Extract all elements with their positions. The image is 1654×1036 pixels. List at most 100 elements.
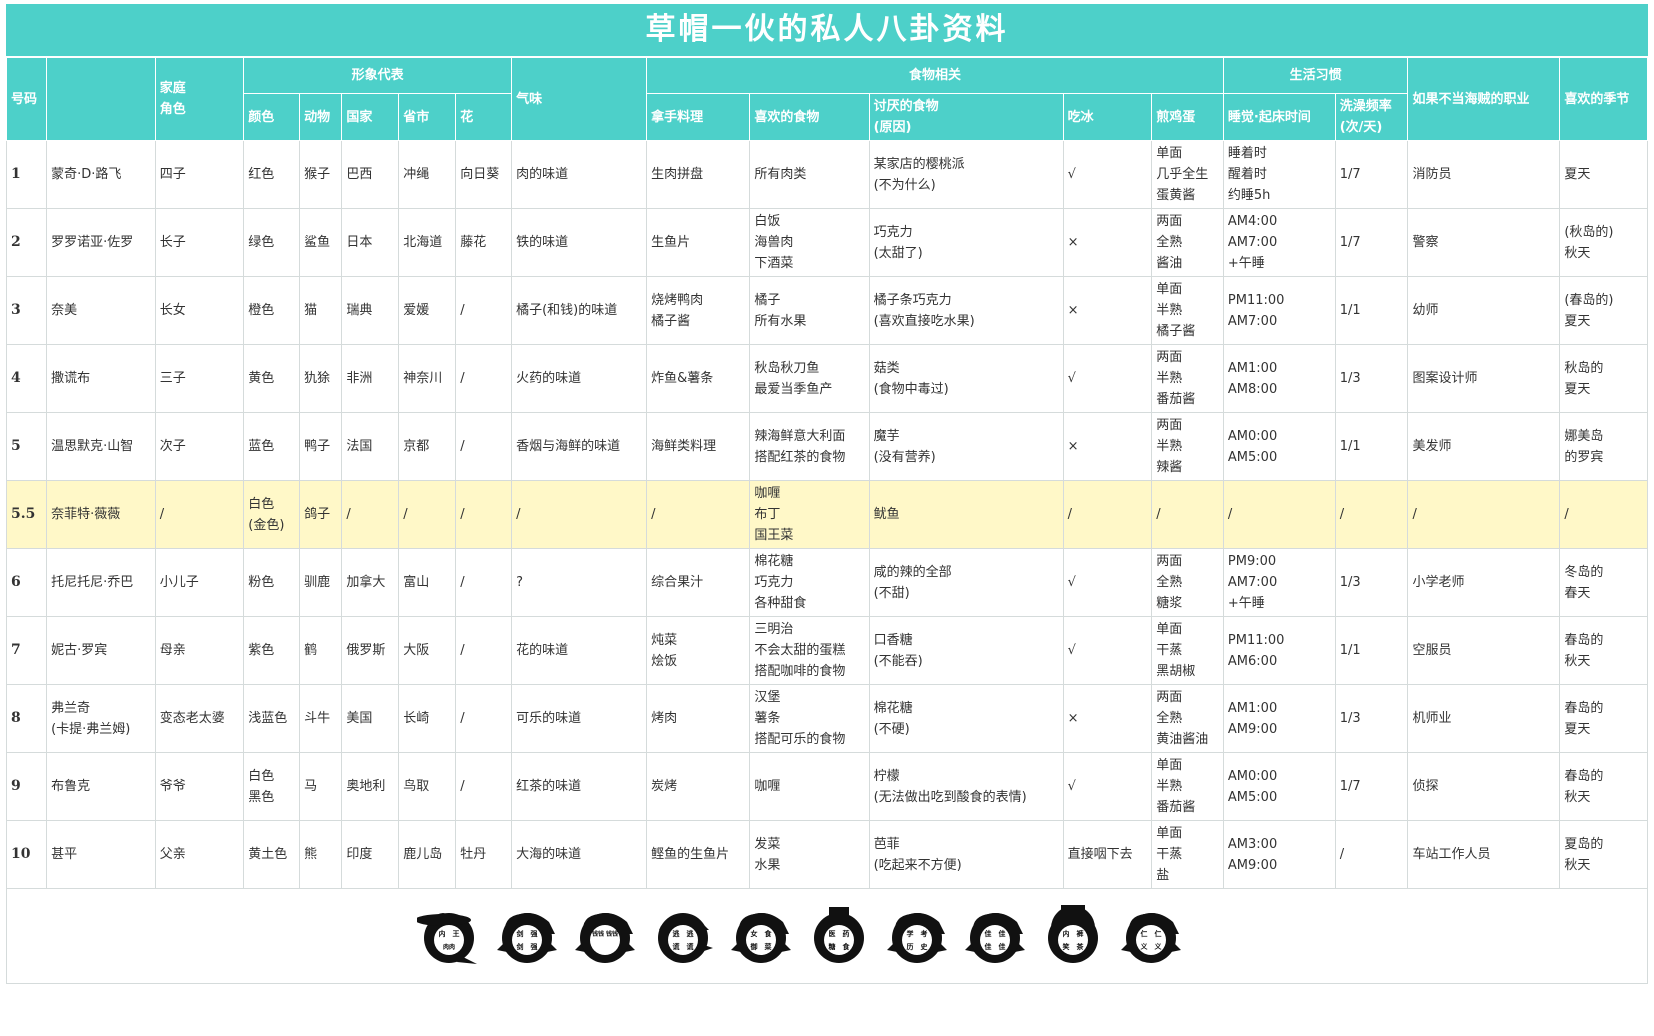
cell-bath: 1/1 bbox=[1334, 616, 1409, 685]
cell-name: 奈菲特·薇薇 bbox=[46, 480, 156, 549]
cell-country: 奥地利 bbox=[341, 752, 400, 821]
cell-line: 两面 bbox=[1156, 554, 1183, 569]
cell-ice: × bbox=[1062, 208, 1153, 277]
cell-season: (秋岛的) 秋天 bbox=[1559, 208, 1648, 277]
cell-line: 瑞典 bbox=[346, 303, 373, 318]
cell-color: 黄色 bbox=[243, 344, 301, 413]
cell-line: 魔芋 bbox=[873, 428, 900, 444]
header-smell: 气味 bbox=[511, 57, 648, 141]
cell-dislike: 魔芋 (没有营养) bbox=[868, 412, 1064, 481]
cell-animal: 马 bbox=[299, 752, 343, 821]
cell-animal: 鸽子 bbox=[299, 480, 343, 549]
header-dislike: 讨厌的食物 (原因) bbox=[868, 93, 1064, 141]
cell-dislike: 口香糖 (不能吞) bbox=[868, 616, 1064, 685]
cell-line: 秋天 bbox=[1564, 789, 1591, 805]
cell-line: 薯条 bbox=[754, 711, 781, 726]
cell-pref: / bbox=[398, 480, 457, 549]
cell-line: (太甜了) bbox=[873, 245, 923, 261]
cell-line: (金色) bbox=[248, 517, 285, 533]
cell-line: 夏天 bbox=[1564, 167, 1591, 182]
cell-bath: 1/1 bbox=[1334, 412, 1409, 481]
cell-line: AM5:00 bbox=[1227, 449, 1278, 465]
cell-line: / bbox=[1564, 507, 1569, 522]
cell-line: 半熟 bbox=[1156, 303, 1183, 318]
cell-line: 春岛的 bbox=[1564, 768, 1604, 784]
cell-signature: 炭烤 bbox=[646, 752, 751, 821]
cell-line: 美发师 bbox=[1412, 439, 1452, 454]
table-row: 7 妮古·罗宾 母亲 紫色鹤俄罗斯 大阪 / 花的味道 炖菜 烩饭 三明治 不会太甜的蛋糕 搭配咖啡的… bbox=[5, 616, 1648, 685]
cell-line: 爷爷 bbox=[159, 779, 186, 794]
cell-line: 鹿儿岛 bbox=[403, 847, 443, 862]
cell-line: 黑色 bbox=[248, 789, 275, 805]
cell-line: 烤肉 bbox=[651, 711, 678, 726]
cell-line: 炭烤 bbox=[651, 779, 678, 794]
cell-color: 浅蓝色 bbox=[243, 684, 301, 753]
cell-line: 红茶的味道 bbox=[516, 779, 582, 794]
cell-smell: ? bbox=[511, 548, 648, 617]
cell-line: / bbox=[651, 507, 656, 522]
cell-animal: 猫 bbox=[299, 276, 343, 345]
cell-name: 撒谎布 bbox=[46, 344, 156, 413]
cell-line: 洗澡频率 bbox=[1339, 99, 1392, 114]
cell-pref: 爱媛 bbox=[398, 276, 457, 345]
cell-dislike: 咸的辣的全部 (不甜) bbox=[868, 548, 1064, 617]
sanji-emblem-icon: 女食御菜 bbox=[731, 913, 791, 963]
cell-line: 橘子条巧克力 bbox=[873, 292, 952, 308]
cell-sleep: PM9:00 AM7:00 +午睡 bbox=[1222, 548, 1336, 617]
cell-smell: 橘子(和钱)的味道 bbox=[511, 276, 648, 345]
cell-line: 肉的味道 bbox=[516, 167, 569, 182]
cell-line: (秋岛的) bbox=[1564, 224, 1614, 240]
table-row: 4 撒谎布 三子 黄色 犰狳 非洲 神奈川 / 火药的味道 炸鱼&薯条 秋岛秋刀鱼 最爱当季鱼产 菇类(… bbox=[5, 344, 1648, 413]
cell-line: (原因) bbox=[873, 120, 912, 135]
table-row: 9 布鲁克 爷爷 白色 黑色马奥地利 鸟取 / 红茶的味道 炭烤 咖喱 柠檬 (无法做出吃到酸食的表情… bbox=[5, 752, 1648, 821]
cell-line: 综合果汁 bbox=[651, 575, 704, 590]
cell-country: 日本 bbox=[341, 208, 400, 277]
cell-sleep: AM1:00 AM8:00 bbox=[1222, 344, 1336, 413]
header-image-group: 形象代表 bbox=[243, 57, 513, 94]
cell-pref: 长崎 bbox=[398, 684, 457, 753]
cell-bath: 1/3 bbox=[1334, 684, 1409, 753]
cell-line: 巴西 bbox=[346, 167, 373, 182]
cell-dislike: 鱿鱼 bbox=[868, 480, 1064, 549]
robin-emblem-icon: 学考历史 bbox=[887, 913, 947, 963]
emblem-glyph: 义 bbox=[1154, 942, 1163, 951]
cell-ice: / bbox=[1062, 480, 1153, 549]
cell-line: 所有水果 bbox=[754, 313, 807, 329]
cell-line: 四子 bbox=[159, 167, 186, 182]
cell-line: 铁的味道 bbox=[516, 235, 569, 250]
cell-line: / bbox=[1412, 507, 1417, 522]
cell-line: / bbox=[460, 303, 465, 318]
cell-line: 奈美 bbox=[51, 303, 78, 318]
cell-animal: 驯鹿 bbox=[299, 548, 343, 617]
header-ice: 吃冰 bbox=[1062, 93, 1153, 141]
cell-line: 全熟 bbox=[1156, 575, 1183, 590]
cell-line: / bbox=[1156, 507, 1161, 522]
cell-role: / bbox=[154, 480, 245, 549]
cell-line: 炖菜 bbox=[651, 632, 678, 648]
cell-line: (不硬) bbox=[873, 721, 910, 737]
usopp-emblem-icon: 逃逃谎谎 bbox=[658, 913, 713, 963]
cell-line: 全熟 bbox=[1156, 711, 1183, 726]
cell-line: 1/1 bbox=[1339, 303, 1361, 318]
cell-role: 母亲 bbox=[154, 616, 245, 685]
cell-line: 1/7 bbox=[1339, 779, 1361, 794]
cell-line: 水果 bbox=[754, 857, 781, 873]
cell-line: 两面 bbox=[1156, 214, 1183, 229]
cell-line: (喜欢直接吃水果) bbox=[873, 313, 975, 329]
cell-job: 图案设计师 bbox=[1407, 344, 1561, 413]
cell-job: 小学老师 bbox=[1407, 548, 1561, 617]
cell-sleep: / bbox=[1222, 480, 1336, 549]
cell-pref: 富山 bbox=[398, 548, 457, 617]
cell-flower: / bbox=[455, 752, 513, 821]
cell-line: √ bbox=[1067, 371, 1076, 386]
cell-line: 直接咽下去 bbox=[1067, 847, 1133, 862]
cell-line: 汉堡 bbox=[754, 690, 781, 705]
cell-dislike: 棉花糖 (不硬) bbox=[868, 684, 1064, 753]
cell-line: 变态老太婆 bbox=[159, 711, 225, 726]
cell-line: 大阪 bbox=[403, 643, 430, 658]
header-signature: 拿手料理 bbox=[646, 93, 751, 141]
cell-line: 非洲 bbox=[346, 371, 373, 386]
cell-line: 布丁 bbox=[754, 507, 781, 522]
franky-emblem-icon: 佳佳佳佳 bbox=[965, 913, 1025, 963]
cell-line: 春岛的 bbox=[1564, 700, 1604, 716]
